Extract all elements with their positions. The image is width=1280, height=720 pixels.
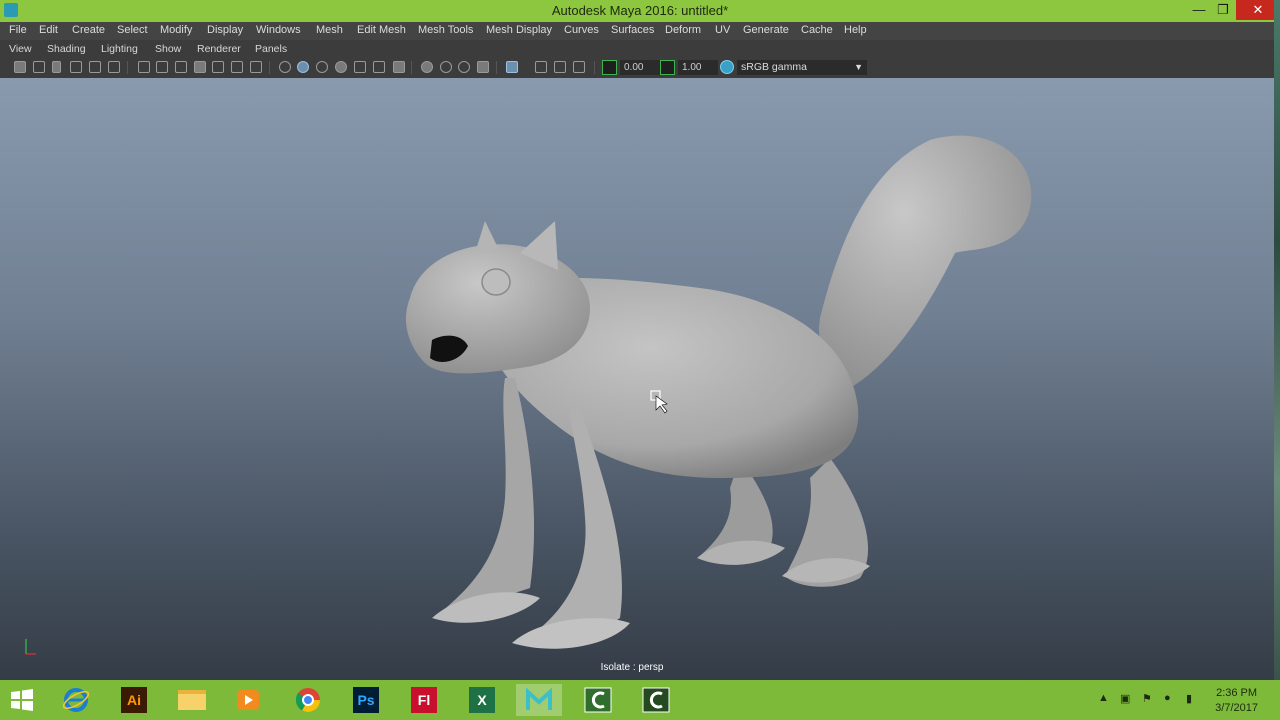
start-button[interactable] <box>4 684 40 716</box>
power-icon[interactable]: ▮ <box>1186 692 1192 705</box>
shadows-icon[interactable] <box>373 61 385 73</box>
background-window-edge <box>1274 0 1280 720</box>
camera-attributes-icon[interactable] <box>33 61 45 73</box>
panel-menu-lighting[interactable]: Lighting <box>101 43 138 55</box>
system-clock[interactable]: 2:36 PM 3/7/2017 <box>1215 686 1258 716</box>
exposure-toggle-icon[interactable] <box>602 60 617 75</box>
photoshop-icon[interactable]: Ps <box>348 684 384 716</box>
screen-space-ao-icon[interactable] <box>393 61 405 73</box>
menu-modify[interactable]: Modify <box>160 24 192 36</box>
excel-icon[interactable]: X <box>464 684 500 716</box>
menu-display[interactable]: Display <box>207 24 243 36</box>
safe-title-icon[interactable] <box>250 61 262 73</box>
chrome-icon[interactable] <box>290 684 326 716</box>
perspective-viewport[interactable]: Isolate : persp <box>0 78 1274 680</box>
resolution-gate-icon[interactable] <box>175 61 187 73</box>
panel-menu-renderer[interactable]: Renderer <box>197 43 241 55</box>
two-d-pan-zoom-icon[interactable] <box>89 61 101 73</box>
panel-menu-bar: View Shading Lighting Show Renderer Pane… <box>0 40 1280 58</box>
safe-action-icon[interactable] <box>231 61 243 73</box>
squirrel-model[interactable] <box>0 78 1274 680</box>
file-explorer-icon[interactable] <box>174 684 210 716</box>
film-gate-icon[interactable] <box>156 61 168 73</box>
menu-cache[interactable]: Cache <box>801 24 833 36</box>
view-axis-indicator <box>18 636 42 663</box>
panel-menu-view[interactable]: View <box>9 43 32 55</box>
menu-mesh-tools[interactable]: Mesh Tools <box>418 24 473 36</box>
restore-button[interactable]: ❐ <box>1208 0 1238 20</box>
menu-create[interactable]: Create <box>72 24 105 36</box>
camtasia-recorder-icon[interactable] <box>638 684 674 716</box>
media-player-icon[interactable] <box>230 684 266 716</box>
clock-time: 2:36 PM <box>1216 687 1258 699</box>
menu-file[interactable]: File <box>9 24 27 36</box>
menu-uv[interactable]: UV <box>715 24 730 36</box>
clock-date: 3/7/2017 <box>1215 702 1258 714</box>
view-transform-select[interactable]: sRGB gamma ▼ <box>737 60 867 75</box>
bookmark-icon[interactable] <box>52 61 61 73</box>
panel-toolbar: 0.00 1.00 <box>0 58 1280 79</box>
menu-curves[interactable]: Curves <box>564 24 599 36</box>
title-bar: Autodesk Maya 2016: untitled* — ❐ ✕ <box>0 0 1280 22</box>
maya-taskbar-icon[interactable] <box>516 684 562 716</box>
color-management-icon[interactable] <box>720 60 734 74</box>
depth-of-field-icon[interactable] <box>458 61 470 73</box>
smooth-shade-icon[interactable] <box>297 61 309 73</box>
menu-edit[interactable]: Edit <box>39 24 58 36</box>
menu-select[interactable]: Select <box>117 24 148 36</box>
flash-icon[interactable]: Fl <box>406 684 442 716</box>
motion-blur-icon[interactable] <box>421 61 433 73</box>
menu-generate[interactable]: Generate <box>743 24 789 36</box>
gamma-toggle-icon[interactable] <box>660 60 675 75</box>
image-plane-icon[interactable] <box>70 61 82 73</box>
multisample-icon[interactable] <box>440 61 452 73</box>
grid-icon[interactable] <box>138 61 150 73</box>
windows-taskbar: Ai Ps Fl X ▲ ▣ ⚑ ● ▮ 2:36 PM 3/7/2017 <box>0 680 1280 720</box>
internet-explorer-icon[interactable] <box>58 684 94 716</box>
window-title: Autodesk Maya 2016: untitled* <box>551 3 729 18</box>
show-hidden-icons-icon[interactable]: ▲ <box>1098 692 1109 704</box>
chevron-down-icon: ▼ <box>854 62 863 72</box>
menu-edit-mesh[interactable]: Edit Mesh <box>357 24 406 36</box>
main-menu-bar: File Edit Create Select Modify Display W… <box>0 22 1280 40</box>
menu-mesh-display[interactable]: Mesh Display <box>486 24 552 36</box>
field-chart-icon[interactable] <box>212 61 224 73</box>
network-icon[interactable]: ▣ <box>1120 692 1130 705</box>
menu-surfaces[interactable]: Surfaces <box>611 24 654 36</box>
camera-icon[interactable] <box>14 61 26 73</box>
x-ray-joints-icon[interactable] <box>535 61 547 73</box>
textured-icon[interactable] <box>335 61 347 73</box>
isolate-select-icon[interactable] <box>506 61 518 73</box>
camtasia-icon[interactable] <box>580 684 616 716</box>
wireframe-icon[interactable] <box>279 61 291 73</box>
isolate-hud-label: Isolate : persp <box>600 662 664 673</box>
gate-mask-icon[interactable] <box>194 61 206 73</box>
grease-pencil-icon[interactable] <box>108 61 120 73</box>
use-all-lights-icon[interactable] <box>354 61 366 73</box>
exposure-field[interactable]: 0.00 <box>620 60 660 75</box>
panel-menu-shading[interactable]: Shading <box>47 43 86 55</box>
panel-menu-show[interactable]: Show <box>155 43 181 55</box>
illustrator-icon[interactable]: Ai <box>116 684 152 716</box>
flag-icon[interactable]: ⚑ <box>1142 692 1152 705</box>
gamma-field[interactable]: 1.00 <box>678 60 718 75</box>
panel-menu-panels[interactable]: Panels <box>255 43 287 55</box>
view-transform-value: sRGB gamma <box>741 61 807 73</box>
menu-deform[interactable]: Deform <box>665 24 701 36</box>
antivirus-icon[interactable]: ● <box>1164 692 1171 704</box>
backface-culling-icon[interactable] <box>573 61 585 73</box>
menu-help[interactable]: Help <box>844 24 867 36</box>
wireframe-on-shaded-icon[interactable] <box>316 61 328 73</box>
windows-logo-icon <box>11 689 33 711</box>
menu-mesh[interactable]: Mesh <box>316 24 343 36</box>
menu-windows[interactable]: Windows <box>256 24 301 36</box>
x-ray-icon[interactable] <box>477 61 489 73</box>
x-ray-active-icon[interactable] <box>554 61 566 73</box>
